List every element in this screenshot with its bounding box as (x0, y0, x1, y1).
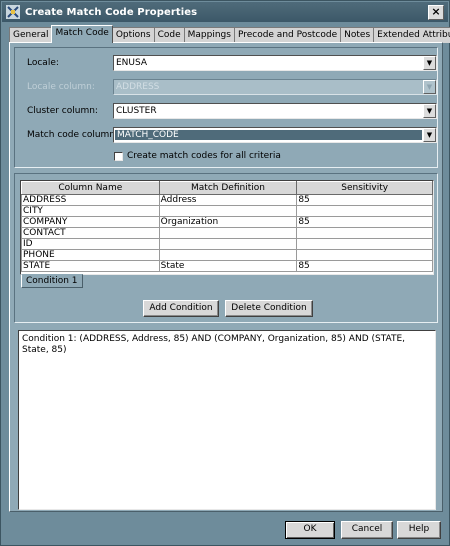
tab-precode-postcode[interactable]: Precode and Postcode (233, 27, 342, 43)
column-name-cell[interactable]: ID (21, 238, 160, 250)
table-row[interactable]: STATE State 85 (21, 260, 433, 272)
create-all-checkbox[interactable] (114, 152, 123, 161)
column-name-cell[interactable]: STATE (21, 260, 160, 272)
sensitivity-cell[interactable] (296, 238, 433, 250)
locale-value: ENUSA (116, 58, 148, 68)
locale-label: Locale: (27, 58, 59, 68)
column-header[interactable]: Sensitivity (296, 181, 433, 195)
dialog-window: Create Match Code Properties × General M… (0, 0, 450, 546)
tab-extended-attributes[interactable]: Extended Attributes (373, 27, 450, 43)
condition-text-area[interactable]: Condition 1: (ADDRESS, Address, 85) AND … (18, 330, 436, 510)
match-definition-cell[interactable] (158, 205, 298, 217)
sensitivity-cell[interactable] (296, 249, 433, 261)
tab-mappings[interactable]: Mappings (183, 27, 235, 43)
criteria-table-wrapper: Column Name Match Definition Sensitivity… (20, 180, 434, 275)
criteria-table: Column Name Match Definition Sensitivity… (21, 181, 433, 272)
create-all-label: Create match codes for all criteria (127, 151, 281, 161)
match-code-icon (6, 5, 20, 19)
table-row[interactable]: CONTACT (21, 227, 433, 239)
sensitivity-cell[interactable]: 85 (296, 216, 433, 228)
table-header-row: Column Name Match Definition Sensitivity (21, 181, 433, 195)
match-definition-cell[interactable]: Address (158, 194, 298, 206)
chevron-down-icon[interactable]: ▼ (423, 56, 436, 70)
match-definition-cell[interactable] (158, 227, 298, 239)
sensitivity-cell[interactable] (296, 227, 433, 239)
sensitivity-cell[interactable] (296, 205, 433, 217)
column-name-cell[interactable]: CONTACT (21, 227, 160, 239)
cluster-column-value: CLUSTER (116, 106, 157, 116)
cancel-button[interactable]: Cancel (341, 521, 393, 539)
sensitivity-cell[interactable]: 85 (296, 260, 433, 272)
table-row[interactable]: PHONE (21, 249, 433, 261)
locale-column-value: ADDRESS (116, 82, 160, 92)
column-header[interactable]: Match Definition (158, 181, 298, 195)
column-name-cell[interactable]: ADDRESS (21, 194, 160, 206)
table-row[interactable]: ID (21, 238, 433, 250)
settings-group: Locale: ENUSA ▼ Locale column: ADDRESS ▼… (14, 47, 438, 168)
match-code-column-combo[interactable]: MATCH_CODE ▼ (113, 127, 437, 143)
match-code-panel: Locale: ENUSA ▼ Locale column: ADDRESS ▼… (9, 42, 443, 512)
cluster-column-label: Cluster column: (27, 106, 98, 116)
chevron-down-icon[interactable]: ▼ (423, 104, 436, 118)
locale-column-label: Locale column: (27, 82, 95, 92)
condition-expression: Condition 1: (ADDRESS, Address, 85) AND … (22, 334, 406, 355)
close-icon[interactable]: × (428, 4, 444, 20)
table-row[interactable]: CITY (21, 205, 433, 217)
tab-match-code[interactable]: Match Code (51, 25, 113, 43)
tab-options[interactable]: Options (111, 27, 155, 43)
match-definition-cell[interactable]: State (158, 260, 298, 272)
tab-strip: General Match Code Options Code Mappings… (9, 25, 450, 43)
table-row[interactable]: COMPANY Organization 85 (21, 216, 433, 228)
help-button[interactable]: Help (397, 521, 441, 539)
column-name-cell[interactable]: COMPANY (21, 216, 160, 228)
column-header[interactable]: Column Name (21, 181, 160, 195)
column-name-cell[interactable]: CITY (21, 205, 160, 217)
delete-condition-button[interactable]: Delete Condition (225, 300, 313, 317)
chevron-down-icon[interactable]: ▼ (423, 128, 436, 142)
locale-combo[interactable]: ENUSA ▼ (113, 55, 437, 71)
criteria-group: Column Name Match Definition Sensitivity… (14, 173, 438, 323)
cluster-column-combo[interactable]: CLUSTER ▼ (113, 103, 437, 119)
tab-condition-1[interactable]: Condition 1 (21, 274, 83, 288)
add-condition-button[interactable]: Add Condition (143, 300, 219, 317)
sensitivity-cell[interactable]: 85 (296, 194, 433, 206)
match-definition-cell[interactable]: Organization (158, 216, 298, 228)
table-row[interactable]: ADDRESS Address 85 (21, 194, 433, 206)
tab-code[interactable]: Code (153, 27, 185, 43)
tab-general[interactable]: General (9, 27, 53, 43)
match-definition-cell[interactable] (158, 238, 298, 250)
locale-column-combo: ADDRESS ▼ (113, 79, 437, 95)
match-definition-cell[interactable] (158, 249, 298, 261)
tab-notes[interactable]: Notes (340, 27, 375, 43)
ok-button[interactable]: OK (285, 521, 335, 539)
title-bar: Create Match Code Properties × (2, 2, 448, 22)
window-title: Create Match Code Properties (25, 6, 198, 18)
column-name-cell[interactable]: PHONE (21, 249, 160, 261)
match-code-column-label: Match code column: (27, 130, 119, 140)
match-code-column-value: MATCH_CODE (115, 130, 422, 140)
chevron-down-icon: ▼ (423, 80, 436, 94)
